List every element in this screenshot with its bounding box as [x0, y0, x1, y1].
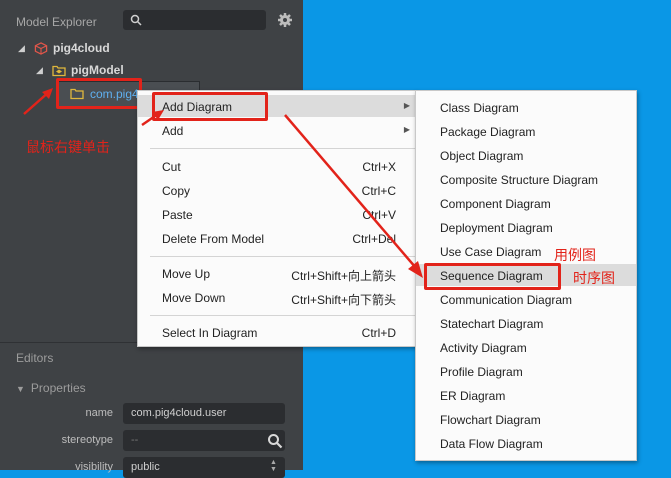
- submenu-item-class-diagram[interactable]: Class Diagram: [416, 96, 636, 118]
- submenu-label: Composite Structure Diagram: [440, 173, 599, 187]
- annotation-arrow-icon: [23, 88, 53, 115]
- prop-label-visibility: visibility: [75, 461, 113, 473]
- submenu-item-component-diagram[interactable]: Component Diagram: [416, 192, 636, 214]
- submenu-label: Data Flow Diagram: [440, 437, 543, 451]
- submenu-label: Class Diagram: [440, 101, 519, 115]
- annotation-right-click: 鼠标右键单击: [26, 139, 110, 155]
- submenu-item-composite-structure-diagram[interactable]: Composite Structure Diagram: [416, 168, 636, 190]
- name-field[interactable]: com.pig4cloud.user: [123, 403, 285, 424]
- submenu-item-er-diagram[interactable]: ER Diagram: [416, 384, 636, 406]
- select-arrows-icon: ▲ ▼: [270, 459, 277, 473]
- editors-title: Editors: [16, 351, 54, 365]
- menu-item-select-in-diagram[interactable]: Select In Diagram Ctrl+D: [138, 321, 416, 343]
- properties-title[interactable]: ▼ Properties: [16, 381, 86, 395]
- submenu-item-package-diagram[interactable]: Package Diagram: [416, 120, 636, 142]
- annotation-sequence: 时序图: [573, 270, 615, 286]
- submenu-label: Statechart Diagram: [440, 317, 544, 331]
- annotation-box-sequence-diagram: [424, 263, 561, 290]
- visibility-select[interactable]: public: [123, 457, 285, 478]
- menu-item-move-down[interactable]: Move Down Ctrl+Shift+向下箭头: [138, 286, 416, 308]
- menu-separator: [150, 315, 416, 316]
- submenu-item-activity-diagram[interactable]: Activity Diagram: [416, 336, 636, 358]
- submenu-item-communication-diagram[interactable]: Communication Diagram: [416, 288, 636, 310]
- submenu-label: Flowchart Diagram: [440, 413, 541, 427]
- annotation-box-add-diagram: [152, 92, 268, 121]
- submenu-label: Deployment Diagram: [440, 221, 553, 235]
- properties-label: Properties: [30, 381, 86, 395]
- menu-shortcut-move-down: Ctrl+Shift+向下箭头: [291, 293, 396, 307]
- stereotype-search-icon[interactable]: [267, 433, 283, 449]
- tree-label-project: pig4cloud: [53, 41, 110, 55]
- expanded-triangle-icon[interactable]: ◢: [18, 43, 28, 54]
- submenu-label: Communication Diagram: [440, 293, 573, 307]
- prop-label-name: name: [85, 407, 113, 419]
- submenu-label: Profile Diagram: [440, 365, 523, 379]
- project-cube-icon: [34, 41, 48, 55]
- submenu-label: Object Diagram: [440, 149, 524, 163]
- submenu-item-use-case-diagram[interactable]: Use Case Diagram: [416, 240, 636, 262]
- submenu-item-statechart-diagram[interactable]: Statechart Diagram: [416, 312, 636, 334]
- explorer-header: Model Explorer: [0, 0, 303, 40]
- tree-item-model[interactable]: ◢ pigModel: [36, 60, 124, 80]
- submenu-label: ER Diagram: [440, 389, 506, 403]
- menu-shortcut-select-in-diagram: Ctrl+D: [361, 326, 396, 340]
- collapse-triangle-icon[interactable]: ▼: [16, 384, 25, 394]
- search-icon: [130, 14, 142, 26]
- annotation-arrow-menu-icon: [141, 110, 164, 127]
- tree-item-project[interactable]: ◢ pig4cloud: [18, 38, 110, 58]
- stereotype-field[interactable]: --: [123, 430, 285, 451]
- annotation-long-arrow-icon: [284, 114, 423, 278]
- editors-section: Editors ▼ Properties name com.pig4cloud.u…: [0, 342, 303, 478]
- expanded-triangle-icon[interactable]: ◢: [36, 65, 46, 76]
- submenu-item-flowchart-diagram[interactable]: Flowchart Diagram: [416, 408, 636, 430]
- model-folder-icon: [52, 65, 66, 76]
- annotation-box-package: [56, 78, 142, 109]
- prop-label-stereotype: stereotype: [61, 434, 113, 446]
- submenu-label: Package Diagram: [440, 125, 536, 139]
- explorer-search-input[interactable]: [123, 10, 266, 30]
- submenu-label: Use Case Diagram: [440, 245, 542, 259]
- tree-label-model: pigModel: [71, 63, 124, 77]
- submenu-item-data-flow-diagram[interactable]: Data Flow Diagram: [416, 432, 636, 454]
- submenu-label: Activity Diagram: [440, 341, 527, 355]
- submenu-arrow-icon: ▶: [403, 101, 410, 110]
- gear-icon[interactable]: [277, 12, 293, 28]
- submenu-item-object-diagram[interactable]: Object Diagram: [416, 144, 636, 166]
- submenu-label: Component Diagram: [440, 197, 551, 211]
- submenu-item-deployment-diagram[interactable]: Deployment Diagram: [416, 216, 636, 238]
- explorer-title: Model Explorer: [16, 15, 97, 29]
- submenu-item-profile-diagram[interactable]: Profile Diagram: [416, 360, 636, 382]
- annotation-use-case: 用例图: [554, 247, 596, 263]
